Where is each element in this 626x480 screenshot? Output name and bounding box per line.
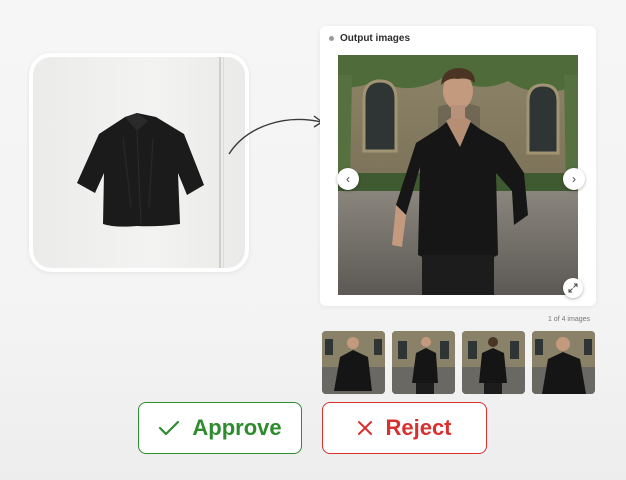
expand-image-button[interactable] (563, 278, 583, 298)
thumbnail-4[interactable] (532, 331, 595, 394)
expand-icon (568, 283, 578, 293)
input-image-card (29, 53, 249, 272)
curved-arrow-icon (228, 115, 323, 155)
reject-button[interactable]: Reject (322, 402, 487, 454)
input-product-image (33, 57, 245, 268)
approve-button[interactable]: Approve (138, 402, 302, 454)
approve-label: Approve (192, 415, 282, 440)
next-image-button[interactable]: › (563, 168, 585, 190)
prev-image-button[interactable]: ‹ (337, 168, 359, 190)
status-dot (329, 35, 334, 41)
chevron-right-icon: › (572, 172, 576, 186)
thumbnail-3[interactable] (462, 331, 525, 394)
output-main-image (338, 55, 578, 295)
chevron-left-icon: ‹ (346, 172, 350, 186)
output-header: Output images (329, 31, 410, 45)
check-icon (159, 420, 180, 436)
thumbnail-2[interactable] (392, 331, 455, 394)
thumbnail-strip (322, 331, 595, 394)
reject-label: Reject (385, 415, 452, 440)
image-counter: 1 of 4 images (547, 316, 590, 323)
output-title: Output images (340, 32, 411, 44)
output-panel: Output images (320, 26, 596, 306)
close-icon (358, 421, 373, 435)
thumbnail-1[interactable] (322, 331, 385, 394)
